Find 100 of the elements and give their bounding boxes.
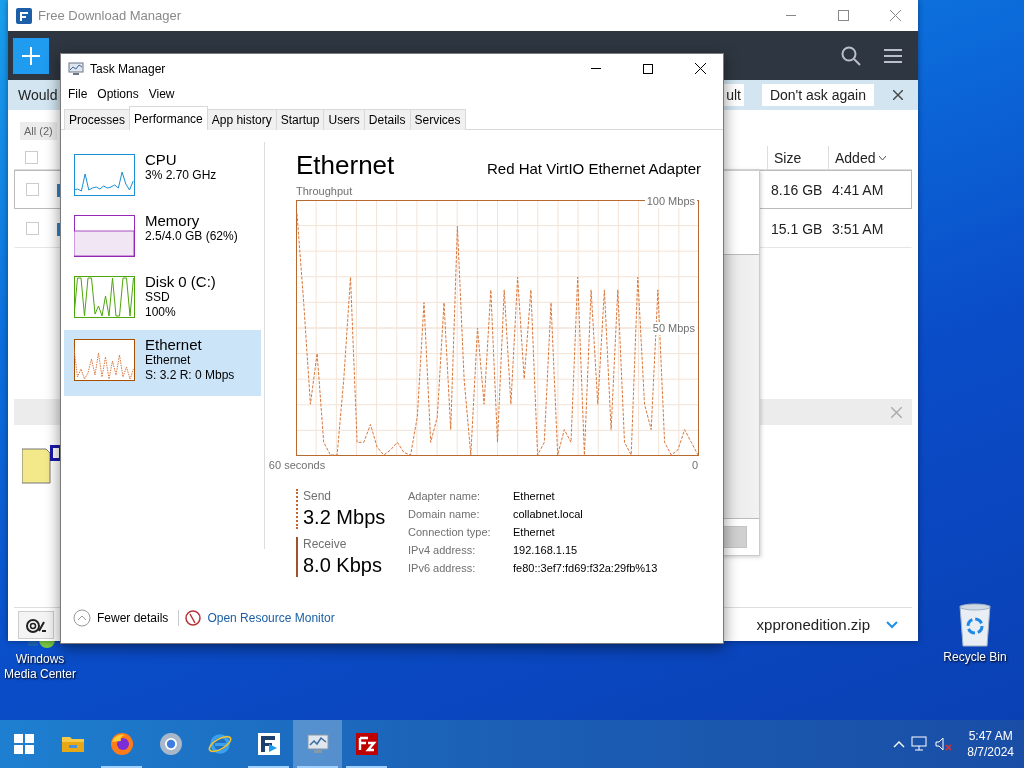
plus-icon bbox=[22, 46, 40, 65]
resource-detail: 3% 2.70 GHz bbox=[145, 168, 217, 183]
windows-logo-icon bbox=[14, 734, 34, 754]
resource-name: Memory bbox=[145, 212, 201, 229]
column-header[interactable]: Added bbox=[828, 146, 912, 169]
tab[interactable]: Details bbox=[363, 109, 411, 130]
stat-value: 3.2 Mbps bbox=[303, 506, 387, 529]
checkbox[interactable] bbox=[25, 183, 39, 196]
menu-item[interactable]: Options bbox=[92, 87, 144, 101]
column-header[interactable]: Size bbox=[767, 146, 828, 169]
clock-date: 8/7/2024 bbox=[967, 744, 1014, 760]
fewer-details-button[interactable]: Fewer details bbox=[69, 609, 173, 627]
minimize-icon bbox=[786, 15, 796, 16]
search-icon bbox=[841, 45, 861, 66]
folder-icon bbox=[60, 734, 85, 754]
usage-graph bbox=[74, 215, 135, 257]
tab[interactable]: Services bbox=[409, 109, 466, 130]
property-label: Connection type: bbox=[408, 525, 492, 540]
speed-mode-button[interactable] bbox=[18, 610, 54, 639]
filezilla-icon bbox=[354, 732, 379, 756]
notification-button[interactable]: Don't ask again bbox=[761, 84, 874, 106]
table-cell-text: 4:41 AM bbox=[831, 181, 885, 198]
resource-detail: 100% bbox=[145, 305, 177, 320]
property-value: Ethernet bbox=[513, 489, 556, 504]
monitor-graph-icon bbox=[305, 733, 330, 755]
resource-name: CPU bbox=[145, 151, 178, 168]
desktop-icon-label: Windows Media Center bbox=[2, 652, 77, 682]
resource-item[interactable]: Disk 0 (C:) SSD 100% bbox=[64, 267, 261, 326]
checkbox[interactable] bbox=[25, 222, 39, 235]
resource-detail: S: 3.2 R: 0 Mbps bbox=[145, 368, 235, 383]
close-icon bbox=[890, 406, 902, 418]
close-icon bbox=[889, 10, 901, 21]
download-manager-icon bbox=[256, 732, 281, 756]
maximize-icon bbox=[837, 10, 849, 21]
chevron-up-icon bbox=[73, 609, 91, 627]
desktop-icon-label: Recycle Bin bbox=[943, 650, 1007, 665]
globe-orbit-icon bbox=[206, 732, 233, 756]
close-icon bbox=[694, 63, 706, 74]
property-label: Adapter name: bbox=[408, 489, 482, 504]
maximize-icon bbox=[643, 63, 653, 74]
app-logo-icon bbox=[16, 7, 32, 24]
volume-muted-icon bbox=[935, 736, 954, 752]
adapter-name: Red Hat VirtIO Ethernet Adapter bbox=[487, 160, 701, 177]
window-title: Free Download Manager bbox=[38, 8, 183, 23]
property-value: collabnet.local bbox=[513, 507, 584, 522]
usage-graph bbox=[74, 276, 135, 318]
resource-item[interactable]: CPU 3% 2.70 GHz bbox=[64, 145, 261, 202]
usage-graph bbox=[74, 154, 135, 196]
stat-label: Receive bbox=[303, 537, 348, 551]
property-value: 192.168.1.15 bbox=[513, 543, 579, 558]
network-icon bbox=[911, 736, 930, 752]
tick-label: 60 seconds bbox=[268, 459, 326, 472]
tab[interactable]: Users bbox=[323, 109, 365, 130]
resource-name: Disk 0 (C:) bbox=[145, 273, 216, 290]
resource-monitor-icon bbox=[185, 610, 202, 626]
minimize-icon bbox=[591, 68, 601, 69]
firefox-icon bbox=[109, 732, 134, 756]
stat-label: Send bbox=[303, 489, 333, 503]
resource-item[interactable]: Memory 2.5/4.0 GB (62%) bbox=[64, 206, 261, 263]
resource-detail: SSD bbox=[145, 290, 171, 305]
property-label: IPv4 address: bbox=[408, 543, 477, 558]
resource-detail: 2.5/4.0 GB (62%) bbox=[145, 229, 238, 244]
chevron-down-icon bbox=[886, 620, 898, 629]
usage-graph bbox=[74, 339, 135, 381]
file-name: xppronedition.zip bbox=[756, 616, 870, 633]
checkbox[interactable] bbox=[24, 151, 38, 164]
clock-time: 5:47 AM bbox=[968, 728, 1013, 744]
tick-label: 0 bbox=[691, 459, 699, 472]
property-value: fe80::3ef7:fd69:f32a:29fb%13 bbox=[513, 561, 658, 576]
menu-item[interactable]: File bbox=[63, 87, 93, 101]
menu-item[interactable]: View bbox=[143, 87, 180, 101]
table-cell-text: 8.16 GB bbox=[770, 181, 824, 198]
table-cell-text: 15.1 GB bbox=[770, 220, 824, 237]
table-cell-text: 3:51 AM bbox=[831, 220, 885, 237]
tab[interactable]: Processes bbox=[64, 109, 131, 130]
resource-item[interactable]: Ethernet Ethernet S: 3.2 R: 0 Mbps bbox=[64, 330, 261, 396]
property-label: IPv6 address: bbox=[408, 561, 477, 576]
property-value: Ethernet bbox=[513, 525, 556, 540]
monitor-graph-icon bbox=[68, 61, 84, 76]
close-icon bbox=[893, 90, 903, 100]
resource-monitor-link[interactable]: Open Resource Monitor bbox=[207, 611, 335, 625]
snail-icon bbox=[25, 616, 47, 633]
filter-chip[interactable]: All (2) bbox=[20, 122, 57, 140]
chrome-icon bbox=[158, 732, 183, 756]
tick-label: 100 Mbps bbox=[644, 194, 697, 208]
tab[interactable]: Startup bbox=[275, 109, 325, 130]
tab[interactable]: App history bbox=[206, 109, 277, 130]
menu-icon bbox=[884, 48, 902, 63]
axis-label: Throughput bbox=[296, 185, 353, 198]
notification-text: Would bbox=[18, 87, 58, 103]
stat-value: 8.0 Kbps bbox=[303, 554, 383, 577]
notification-button[interactable]: ult bbox=[723, 84, 744, 106]
caret-icon bbox=[879, 155, 887, 160]
window-title: Task Manager bbox=[90, 61, 167, 76]
section-title: Ethernet bbox=[296, 150, 395, 181]
tab[interactable]: Performance bbox=[129, 106, 208, 130]
add-download-button[interactable] bbox=[13, 37, 49, 74]
resource-detail: Ethernet bbox=[145, 353, 192, 368]
chevron-up-icon bbox=[893, 740, 906, 748]
resource-name: Ethernet bbox=[145, 336, 203, 353]
